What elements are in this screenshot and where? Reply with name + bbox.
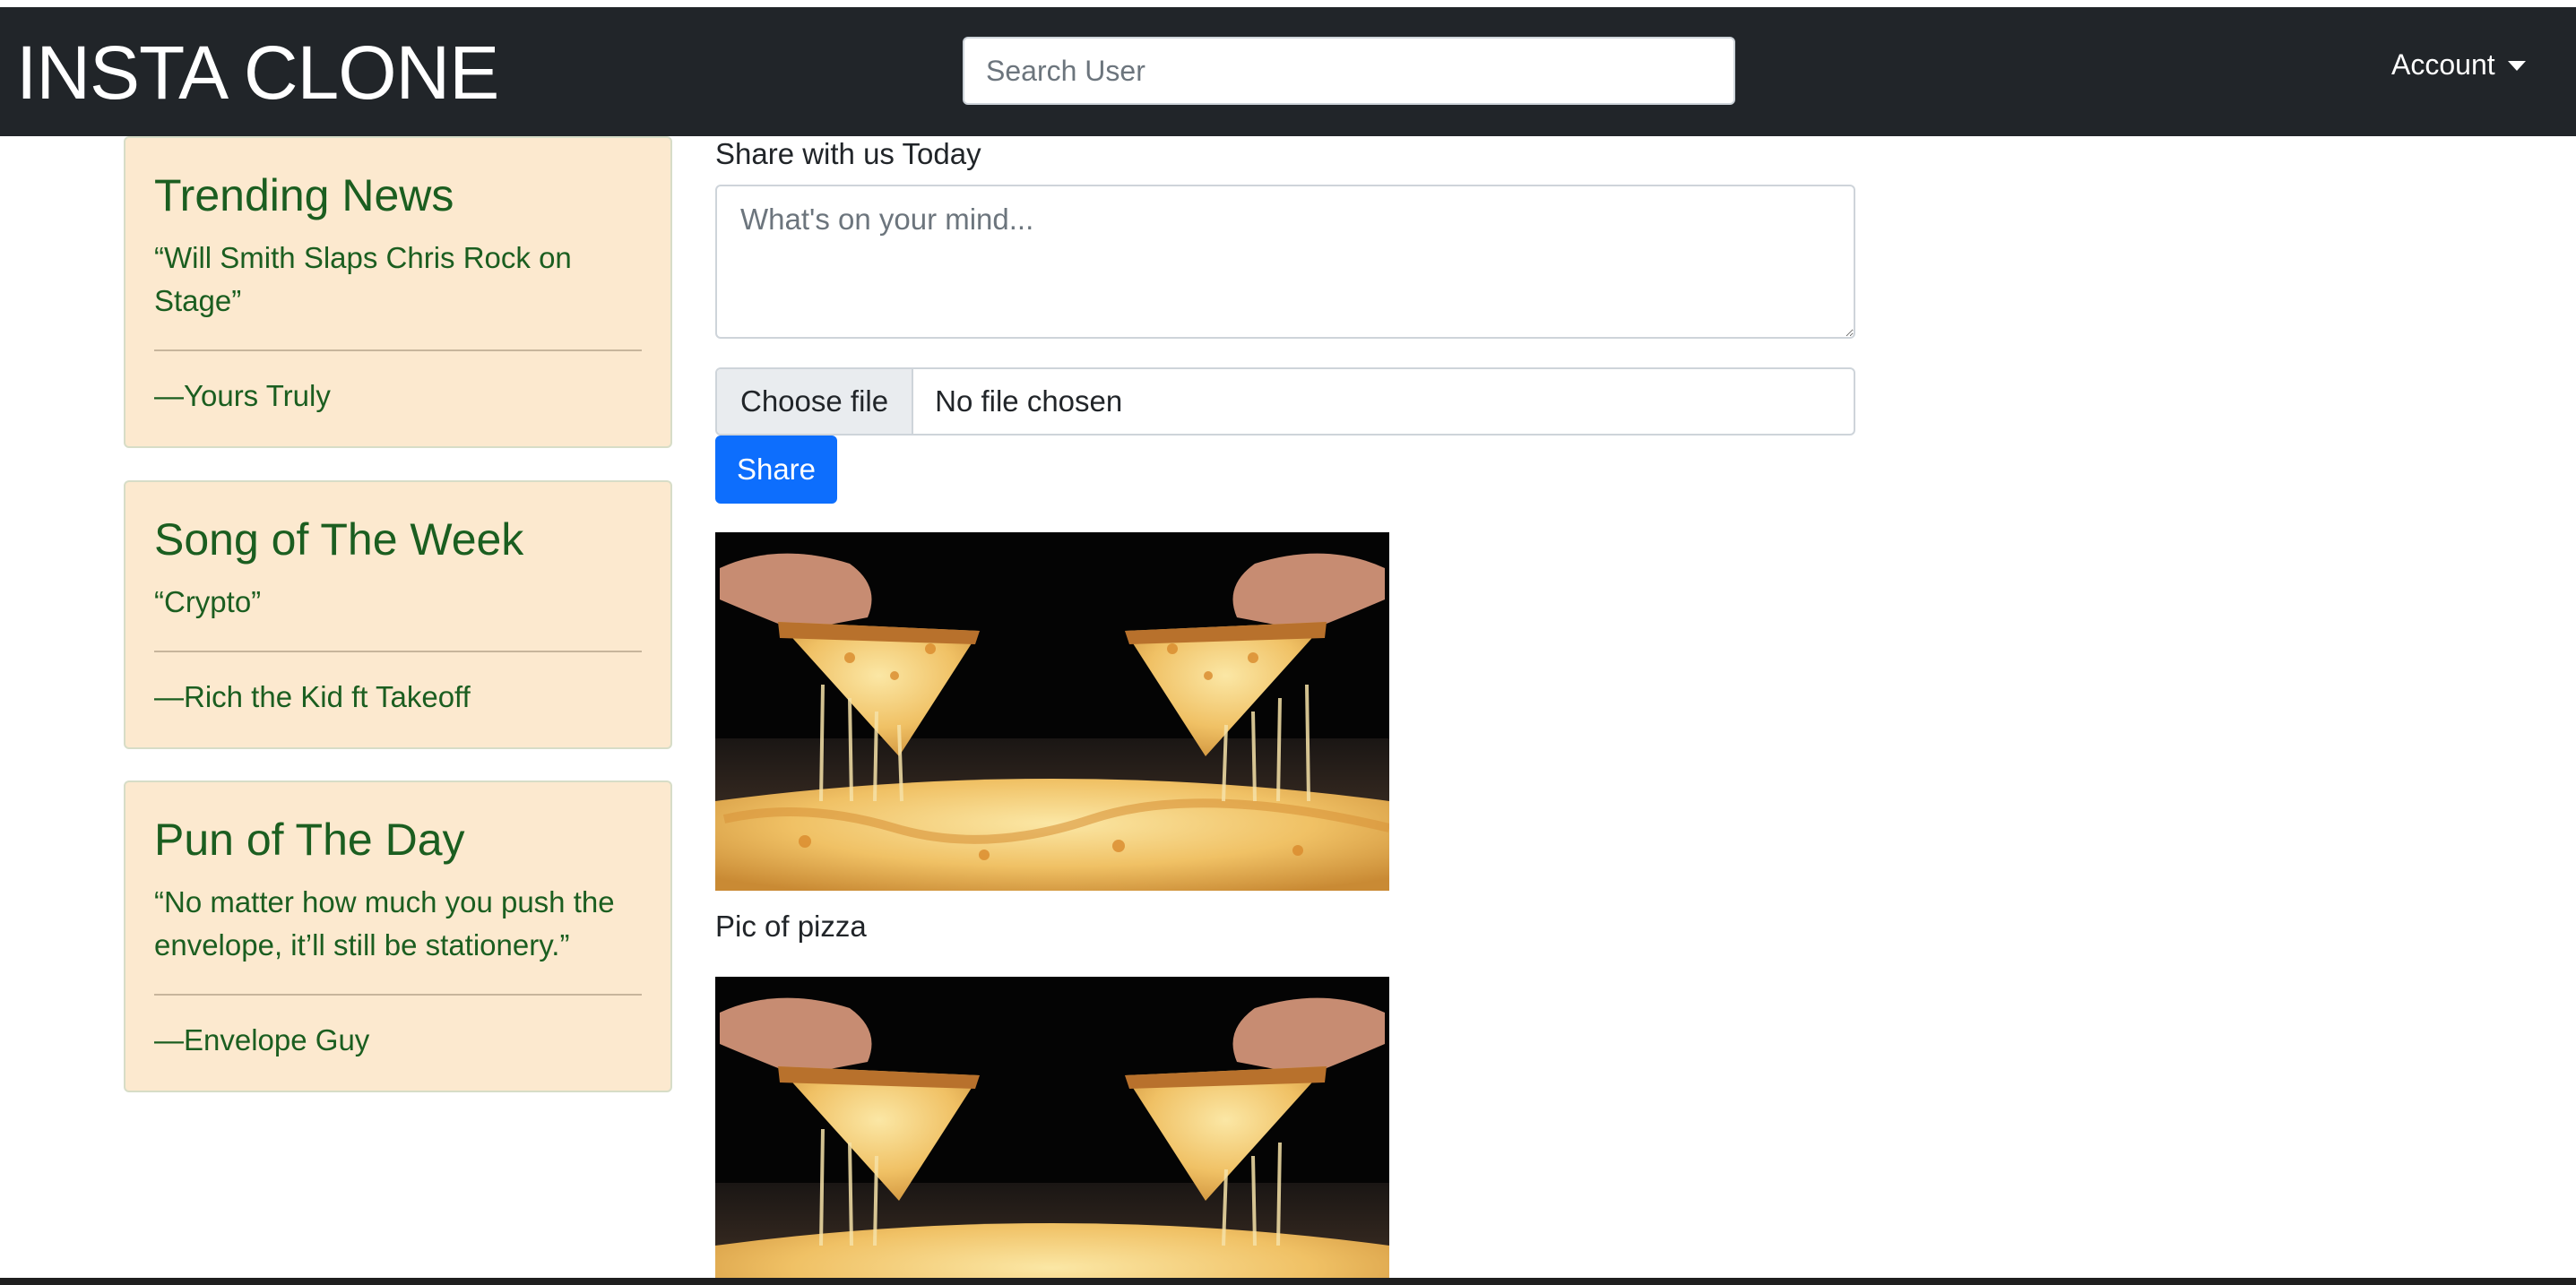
card-author: —Envelope Guy <box>154 1023 370 1056</box>
post-image-pizza <box>715 532 1389 891</box>
card-divider <box>154 651 642 652</box>
card-divider <box>154 349 642 351</box>
card-author: —Rich the Kid ft Takeoff <box>154 680 471 713</box>
account-dropdown[interactable]: Account <box>2391 43 2526 86</box>
card-title: Trending News <box>154 170 454 220</box>
brand-logo[interactable]: INSTA CLONE <box>16 23 499 122</box>
post-image-pizza-2 <box>715 977 1389 1278</box>
card-pun-of-day: Pun of The Day “No matter how much you p… <box>124 780 672 1092</box>
post-text-input[interactable] <box>715 185 1855 339</box>
card-title: Song of The Week <box>154 514 524 565</box>
pizza-image <box>715 532 1389 891</box>
account-label: Account <box>2391 48 2495 81</box>
pizza-image <box>715 977 1389 1278</box>
file-status-text: No file chosen <box>935 384 1123 418</box>
card-quote: “No matter how much you push the envelop… <box>154 885 615 962</box>
search-user-input[interactable] <box>963 37 1735 105</box>
share-button[interactable]: Share <box>715 436 837 504</box>
composer-label: Share with us Today <box>715 137 981 170</box>
card-title: Pun of The Day <box>154 815 465 865</box>
card-quote: “Crypto” <box>154 585 262 618</box>
card-divider <box>154 994 642 996</box>
post-caption: Pic of pizza <box>715 910 867 943</box>
card-trending-news: Trending News “Will Smith Slaps Chris Ro… <box>124 136 672 448</box>
card-author: —Yours Truly <box>154 379 331 412</box>
window-bottom-edge <box>0 1278 2576 1285</box>
card-song-of-week: Song of The Week “Crypto” —Rich the Kid … <box>124 480 672 749</box>
chevron-down-icon <box>2507 60 2526 71</box>
file-upload-input[interactable]: Choose file No file chosen <box>715 367 1855 436</box>
choose-file-button[interactable]: Choose file <box>717 369 914 434</box>
top-navbar: INSTA CLONE Account <box>0 7 2576 136</box>
card-quote: “Will Smith Slaps Chris Rock on Stage” <box>154 241 572 317</box>
